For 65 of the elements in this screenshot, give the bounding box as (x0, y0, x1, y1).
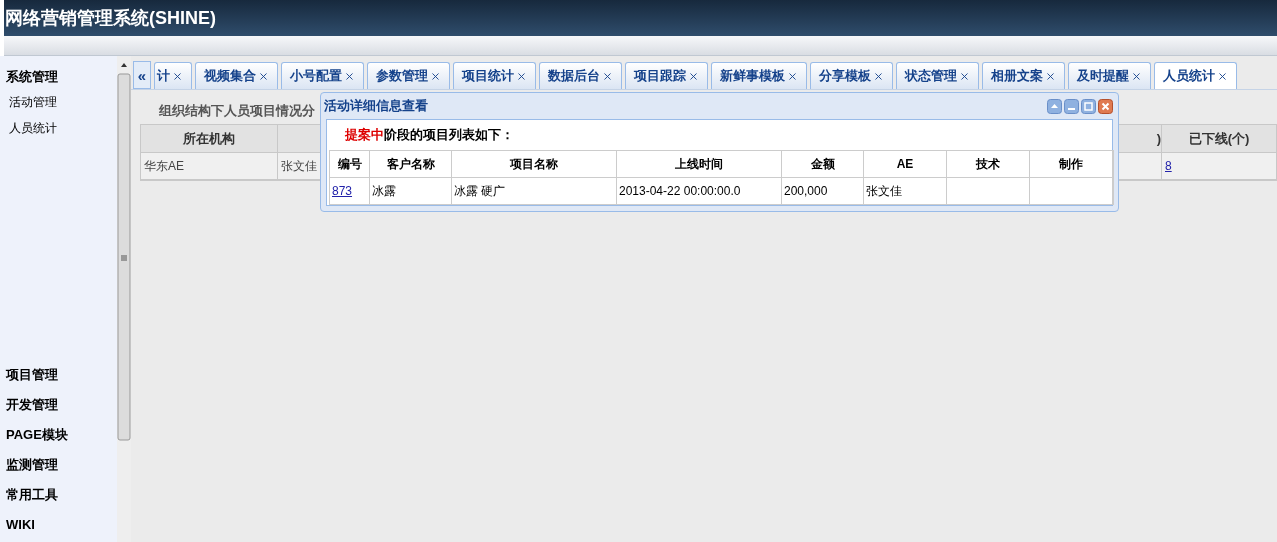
sidebar-section[interactable]: 项目管理 (6, 365, 58, 385)
close-icon[interactable] (344, 70, 355, 82)
tab-scroll-button[interactable]: « (133, 61, 151, 89)
tab[interactable]: 数据后台 (539, 62, 622, 89)
tab[interactable]: 计 (154, 62, 192, 89)
collapse-icon[interactable] (1047, 98, 1062, 114)
sidebar-item[interactable]: 人员统计 (9, 119, 57, 137)
minimize-icon[interactable] (1064, 98, 1079, 114)
maximize-icon[interactable] (1081, 98, 1096, 114)
tab[interactable]: 小号配置 (281, 62, 364, 89)
column-header: 已下线(个) (1188, 129, 1250, 148)
close-icon[interactable] (1045, 70, 1056, 82)
tab[interactable]: 项目跟踪 (625, 62, 708, 89)
close-icon[interactable] (688, 70, 699, 82)
tab[interactable]: 状态管理 (896, 62, 979, 89)
close-icon[interactable] (516, 70, 527, 82)
page-subtitle: 组织结构下人员项目情况分 (159, 102, 315, 121)
close-icon[interactable] (1131, 70, 1142, 82)
sidebar-item[interactable]: 活动管理 (9, 93, 57, 111)
sidebar-section[interactable]: 监测管理 (6, 455, 58, 475)
tab[interactable]: 分享模板 (810, 62, 893, 89)
tab[interactable]: 人员统计 (1154, 62, 1237, 89)
column-header: 编号 (337, 156, 362, 173)
tab[interactable]: 相册文案 (982, 62, 1065, 89)
close-icon[interactable] (430, 70, 441, 82)
column-header: AE (896, 156, 914, 173)
table-cell-text: 200,000 (784, 183, 828, 200)
tab[interactable]: 及时提醒 (1068, 62, 1151, 89)
close-icon[interactable] (873, 70, 884, 82)
sidebar-section[interactable]: WIKI (6, 515, 35, 535)
table-cell-text: 华东AE (144, 158, 184, 175)
app-title: 网络营销管理系统(SHINE) (4, 6, 216, 30)
close-icon[interactable] (602, 70, 613, 82)
table-link[interactable]: 8 (1165, 157, 1172, 175)
close-icon[interactable] (258, 70, 269, 82)
tab[interactable]: 新鲜事模板 (711, 62, 807, 89)
column-header: 上线时间 (675, 156, 723, 173)
tab[interactable]: 项目统计 (453, 62, 536, 89)
table-cell-text: 2013-04-22 00:00:00.0 (619, 183, 741, 200)
column-header: 技术 (976, 156, 1000, 173)
sidebar-section[interactable]: 系统管理 (6, 67, 58, 87)
sidebar-section[interactable]: PAGE模块 (6, 425, 68, 445)
column-header: 所在机构 (183, 129, 235, 148)
column-header: ) (1156, 129, 1161, 148)
column-header: 金额 (810, 156, 835, 173)
list-caption: 提案中阶段的项目列表如下： (345, 126, 514, 145)
close-icon[interactable] (172, 70, 183, 82)
close-icon[interactable] (1098, 98, 1113, 114)
close-icon[interactable] (1217, 70, 1228, 82)
table-cell-text: 张文佳 (281, 158, 317, 175)
tab[interactable]: 参数管理 (367, 62, 450, 89)
dialog-title: 活动详细信息查看 (324, 97, 428, 116)
column-header: 项目名称 (510, 156, 558, 173)
table-cell-text: 冰露 (372, 183, 396, 200)
table-link[interactable]: 873 (332, 182, 353, 200)
sidebar-section[interactable]: 开发管理 (6, 395, 58, 415)
tab[interactable]: 视频集合 (195, 62, 278, 89)
sidebar-section[interactable]: 常用工具 (6, 485, 58, 505)
column-header: 客户名称 (386, 156, 435, 173)
column-header: 制作 (1059, 156, 1083, 173)
table-cell-text: 张文佳 (866, 183, 902, 200)
close-icon[interactable] (959, 70, 970, 82)
scrollbar-drawing[interactable] (117, 56, 131, 542)
table-cell-text: 冰露 硬广 (454, 183, 506, 200)
close-icon[interactable] (787, 70, 798, 82)
